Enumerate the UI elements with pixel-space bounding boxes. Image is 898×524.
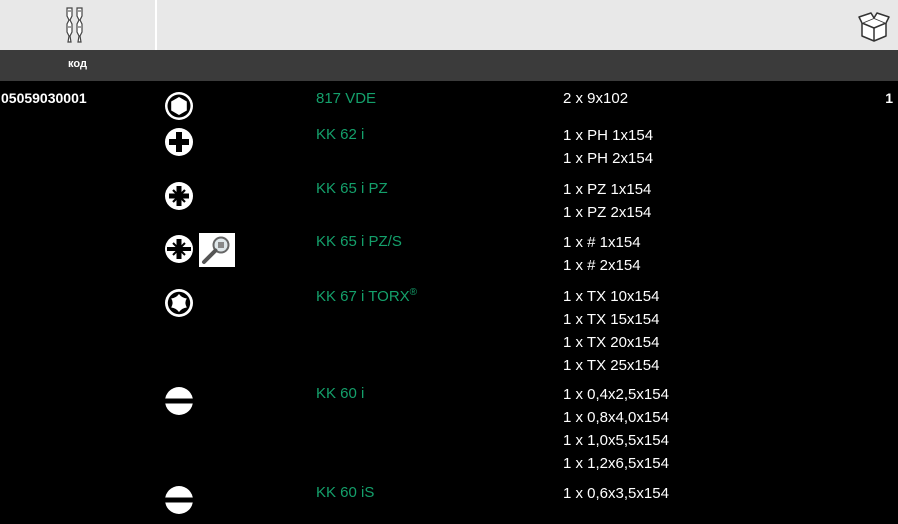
spec-line: 1 x TX 10x154 [563, 288, 660, 305]
product-name: KK 60 iS [316, 484, 375, 501]
spec-line: 1 x PZ 1x154 [563, 181, 652, 198]
spec-line: 1 x TX 25x154 [563, 357, 660, 374]
spec-line: 1 x 0,6x3,5x154 [563, 485, 669, 502]
slotted-icon [165, 387, 193, 415]
phillips-icon [165, 128, 193, 156]
spec-line: 1 x TX 20x154 [563, 334, 660, 351]
product-specs: 1 x # 1x154 1 x # 2x154 [563, 231, 641, 277]
registered-mark: ® [409, 287, 418, 298]
product-name: KK 60 i [316, 385, 365, 402]
spec-line: 1 x # 2x154 [563, 257, 641, 274]
product-name: 817 VDE [316, 90, 377, 107]
spec-line: 1 x PZ 2x154 [563, 204, 652, 221]
hex-icon [165, 92, 193, 120]
product-specs: 1 x TX 10x154 1 x TX 15x154 1 x TX 20x15… [563, 285, 659, 377]
product-name: KK 65 i PZ [316, 180, 388, 197]
column-subheader: код [0, 50, 898, 81]
product-table-body: 05059030001 1 817 VDE 2 x 9x102 KK 62 i … [0, 81, 898, 519]
product-specs: 1 x 0,4x2,5x154 1 x 0,8x4,0x154 1 x 1,0x… [563, 383, 669, 475]
spec-line: 1 x # 1x154 [563, 234, 641, 251]
product-name: KK 62 i [316, 126, 365, 143]
spec-line: 1 x TX 15x154 [563, 311, 660, 328]
spec-line: 1 x 0,8x4,0x154 [563, 409, 669, 426]
code-column-label: код [68, 58, 87, 70]
product-specs: 1 x 0,6x3,5x154 [563, 482, 669, 505]
product-name: KK 67 i TORX® [316, 287, 417, 305]
pozidriv-icon [165, 182, 193, 210]
spec-line: 1 x 0,4x2,5x154 [563, 386, 669, 403]
package-box-icon [858, 12, 890, 42]
spec-line: 1 x 1,2x6,5x154 [563, 455, 669, 472]
spec-line: 1 x 1,0x5,5x154 [563, 432, 669, 449]
product-specs: 2 x 9x102 [563, 87, 628, 110]
header-code-cell [0, 0, 157, 50]
article-number: 05059030001 [1, 90, 87, 106]
spec-line: 1 x PH 1x154 [563, 127, 654, 144]
quantity-value: 1 [885, 90, 893, 106]
screwdriver-bits-icon [66, 7, 83, 43]
product-name: KK 65 i PZ/S [316, 233, 402, 250]
plus-minus-icon [165, 235, 193, 263]
slotted-icon [165, 486, 193, 514]
product-specs: 1 x PZ 1x154 1 x PZ 2x154 [563, 178, 651, 224]
product-name-text: KK 67 i TORX [316, 288, 410, 305]
table-header [0, 0, 898, 50]
spec-line: 1 x PH 2x154 [563, 150, 654, 167]
torx-icon [165, 289, 193, 317]
magnifier-icon[interactable] [199, 233, 235, 267]
product-specs: 1 x PH 1x154 1 x PH 2x154 [563, 124, 653, 170]
spec-line: 2 x 9x102 [563, 90, 629, 107]
